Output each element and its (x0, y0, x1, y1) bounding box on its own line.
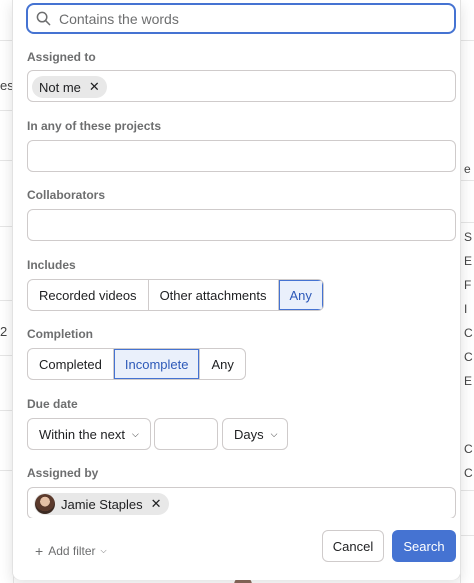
completion-option-any[interactable]: Any (200, 349, 244, 379)
background-text-fragment: I (464, 302, 468, 316)
completion-option-incomplete[interactable]: Incomplete (113, 349, 201, 379)
add-filter-label: Add filter (48, 544, 96, 558)
projects-field[interactable] (27, 140, 456, 172)
background-text-fragment: F (464, 278, 472, 292)
background-right-column: e S E F I C C E C C (460, 0, 474, 583)
background-text-fragment: 2 (0, 324, 8, 339)
background-text-fragment: C (464, 326, 473, 340)
due-date-unit-value: Days (234, 426, 264, 442)
plus-icon: + (35, 543, 44, 559)
completion-label: Completion (27, 327, 93, 341)
due-date-range-value: Within the next (39, 426, 125, 442)
includes-option-recorded-videos[interactable]: Recorded videos (28, 280, 149, 310)
remove-chip-icon[interactable]: ✕ (151, 496, 162, 512)
search-field[interactable] (26, 3, 456, 34)
collaborators-field[interactable] (27, 209, 456, 241)
chevron-down-icon: ⌵ (100, 546, 107, 555)
assigned-to-label: Assigned to (27, 50, 96, 64)
add-filter-button[interactable]: + Add filter ⌵ (35, 543, 107, 559)
includes-segmented-control: Recorded videos Other attachments Any (27, 279, 324, 311)
assignee-chip-label: Not me (39, 79, 81, 95)
completion-option-completed[interactable]: Completed (28, 349, 114, 379)
background-text-fragment: E (464, 374, 473, 388)
assigned-by-label: Assigned by (27, 466, 99, 480)
search-icon (36, 11, 51, 26)
assignee-chip: Not me ✕ (32, 76, 107, 98)
background-text-fragment: S (464, 230, 473, 244)
due-date-amount-input[interactable] (154, 418, 218, 450)
avatar (35, 494, 55, 514)
assigned-by-field[interactable]: Jamie Staples ✕ (27, 487, 456, 519)
includes-option-other-attachments[interactable]: Other attachments (149, 280, 279, 310)
collaborators-label: Collaborators (27, 188, 106, 202)
search-button[interactable]: Search (392, 530, 456, 562)
assigned-by-chip-label: Jamie Staples (61, 496, 143, 512)
includes-option-any[interactable]: Any (278, 280, 323, 310)
assigned-to-field[interactable]: Not me ✕ (27, 70, 456, 102)
remove-chip-icon[interactable]: ✕ (89, 79, 100, 95)
due-date-label: Due date (27, 397, 78, 411)
chevron-down-icon: ⌵ (132, 428, 139, 439)
chevron-down-icon: ⌵ (270, 428, 278, 439)
due-date-unit-dropdown[interactable]: Days ⌵ (222, 418, 288, 450)
assigned-by-chip: Jamie Staples ✕ (34, 493, 169, 515)
due-date-range-dropdown[interactable]: Within the next ⌵ (27, 418, 151, 450)
background-text-fragment: C (464, 466, 473, 480)
projects-label: In any of these projects (27, 119, 162, 133)
background-text-fragment: C (464, 442, 473, 456)
background-text-fragment: E (464, 254, 473, 268)
includes-label: Includes (27, 258, 76, 272)
background-text-fragment: C (464, 350, 473, 364)
advanced-search-panel: Assigned to Not me ✕ In any of these pro… (12, 0, 461, 580)
cancel-button[interactable]: Cancel (322, 530, 384, 562)
search-input[interactable] (59, 10, 454, 27)
completion-segmented-control: Completed Incomplete Any (27, 348, 246, 380)
background-text-fragment: e (464, 162, 471, 176)
